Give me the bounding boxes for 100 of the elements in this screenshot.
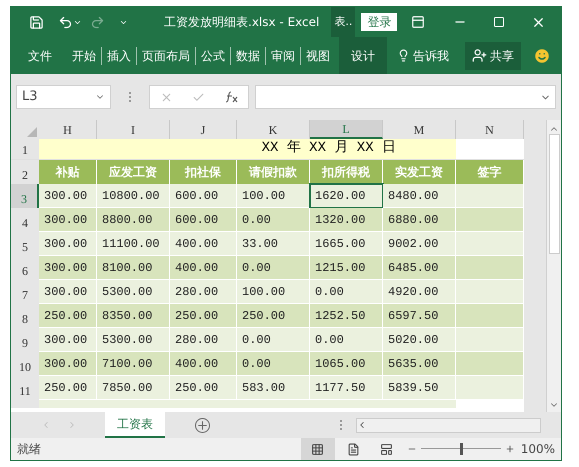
header-cell: 扣社保 <box>170 160 237 184</box>
table-cell: 100.00 <box>237 280 310 304</box>
row-header[interactable]: 2 <box>11 160 39 184</box>
ribbon-tab[interactable]: 公式 <box>196 37 230 74</box>
header-cell: 请假扣款 <box>237 160 310 184</box>
table-cell: 7100.00 <box>97 352 170 376</box>
save-icon[interactable] <box>29 14 44 30</box>
table-cell: 5020.00 <box>383 328 456 352</box>
zoom-slider[interactable] <box>420 443 501 455</box>
table-cell: 300.00 <box>39 256 97 280</box>
ribbon-tab[interactable]: 审阅 <box>266 37 300 74</box>
table-cell: 8480.00 <box>383 184 456 208</box>
table-cell <box>456 304 524 328</box>
zoom-thumb[interactable] <box>460 443 463 455</box>
table-cell: 250.00 <box>39 304 97 328</box>
table-cell: 6880.00 <box>383 208 456 232</box>
table-cell: 4920.00 <box>383 280 456 304</box>
ribbon-display-icon[interactable] <box>411 15 426 29</box>
table-cell <box>456 352 524 376</box>
table-cell <box>456 232 524 256</box>
zoom-level[interactable]: 100% <box>520 440 555 458</box>
vertical-scrollbar[interactable] <box>546 120 561 412</box>
row-header[interactable]: 9 <box>11 328 39 352</box>
grid-icon <box>311 442 324 456</box>
table-cell: 11100.00 <box>97 232 170 256</box>
table-cell: 33.00 <box>237 232 310 256</box>
row-header[interactable]: 4 <box>11 208 39 232</box>
row-header[interactable]: 5 <box>11 232 39 256</box>
share-button[interactable]: 共享 <box>465 42 521 70</box>
table-cell: 5635.00 <box>383 352 456 376</box>
maximize-icon[interactable] <box>493 16 506 28</box>
header-cell: 补贴 <box>39 160 97 184</box>
status-text: 就绪 <box>17 441 41 458</box>
table-cell: 8100.00 <box>97 256 170 280</box>
header-cell: 实发工资 <box>383 160 456 184</box>
table-cell: 1620.00 <box>310 184 383 208</box>
table-cell: 300.00 <box>39 208 97 232</box>
table-cell: 250.00 <box>170 376 237 400</box>
table-cell: 5300.00 <box>97 280 170 304</box>
header-cell: 应发工资 <box>97 160 170 184</box>
login-button[interactable]: 登录 <box>361 13 398 31</box>
sheet-tab[interactable]: 工资表 <box>105 412 165 438</box>
name-box[interactable]: L3 <box>16 85 111 109</box>
table-cell: 300.00 <box>39 232 97 256</box>
formula-field[interactable] <box>255 85 556 109</box>
smiley-icon[interactable] <box>533 46 551 64</box>
table-cell: 400.00 <box>170 352 237 376</box>
table-cell: 1177.50 <box>310 376 383 400</box>
normal-view-button[interactable] <box>300 438 335 460</box>
header-cell: 签字 <box>456 160 524 184</box>
horizontal-scrollbar[interactable] <box>356 418 541 432</box>
table-cell: 600.00 <box>170 184 237 208</box>
row-header[interactable]: 8 <box>11 304 39 328</box>
ribbon-tab[interactable]: 插入 <box>102 37 136 74</box>
table-cell: 300.00 <box>39 280 97 304</box>
table-cell: 250.00 <box>170 304 237 328</box>
row-header[interactable]: 11 <box>11 376 39 400</box>
table-cell: 0.00 <box>310 280 383 304</box>
function-icon[interactable] <box>224 91 238 103</box>
ribbon-tab[interactable]: 开始 <box>67 37 101 74</box>
ribbon-tab[interactable]: 文件 <box>23 37 57 74</box>
row-header[interactable]: 3 <box>11 184 39 208</box>
page-layout-icon[interactable] <box>346 442 360 456</box>
table-cell <box>456 208 524 232</box>
table-cell: 300.00 <box>39 352 97 376</box>
table-cell <box>456 280 524 304</box>
row-header[interactable]: 10 <box>11 352 39 376</box>
zoom-in-icon[interactable] <box>504 444 515 454</box>
row-header[interactable]: 1 <box>11 139 39 159</box>
tell-me-button[interactable]: 告诉我 <box>413 46 449 64</box>
undo-icon[interactable] <box>58 14 73 30</box>
table-cell: 0.00 <box>310 328 383 352</box>
table-cell: 10800.00 <box>97 184 170 208</box>
table-cell: 1320.00 <box>310 208 383 232</box>
add-sheet-icon[interactable] <box>195 418 210 432</box>
table-cell: 0.00 <box>237 352 310 376</box>
table-cell: 0.00 <box>237 328 310 352</box>
corner-triangle-icon <box>27 127 37 137</box>
table-cell: 1215.00 <box>310 256 383 280</box>
table-cell: 300.00 <box>39 328 97 352</box>
table-cell: 0.00 <box>237 256 310 280</box>
table-cell: 100.00 <box>237 184 310 208</box>
ribbon-tab[interactable]: 数据 <box>231 37 265 74</box>
ribbon-tab[interactable]: 页面布局 <box>137 37 195 74</box>
lightbulb-icon <box>397 49 410 62</box>
ribbon-tab[interactable]: 视图 <box>301 37 335 74</box>
page-break-icon[interactable] <box>380 442 393 456</box>
row-header[interactable]: 6 <box>11 256 39 280</box>
table-cell: 6597.50 <box>383 304 456 328</box>
column-header[interactable]: L <box>310 120 383 139</box>
person-icon <box>472 48 487 63</box>
table-cell <box>456 328 524 352</box>
window-title: 工资发放明细表.xlsx - Excel <box>164 14 320 31</box>
row-header[interactable]: 7 <box>11 280 39 304</box>
table-cell: 250.00 <box>237 304 310 328</box>
table-cell: 300.00 <box>39 184 97 208</box>
table-cell: 8350.00 <box>97 304 170 328</box>
table-cell: 1252.50 <box>310 304 383 328</box>
table-cell: 8800.00 <box>97 208 170 232</box>
ribbon-tab[interactable]: 设计 <box>339 37 387 74</box>
